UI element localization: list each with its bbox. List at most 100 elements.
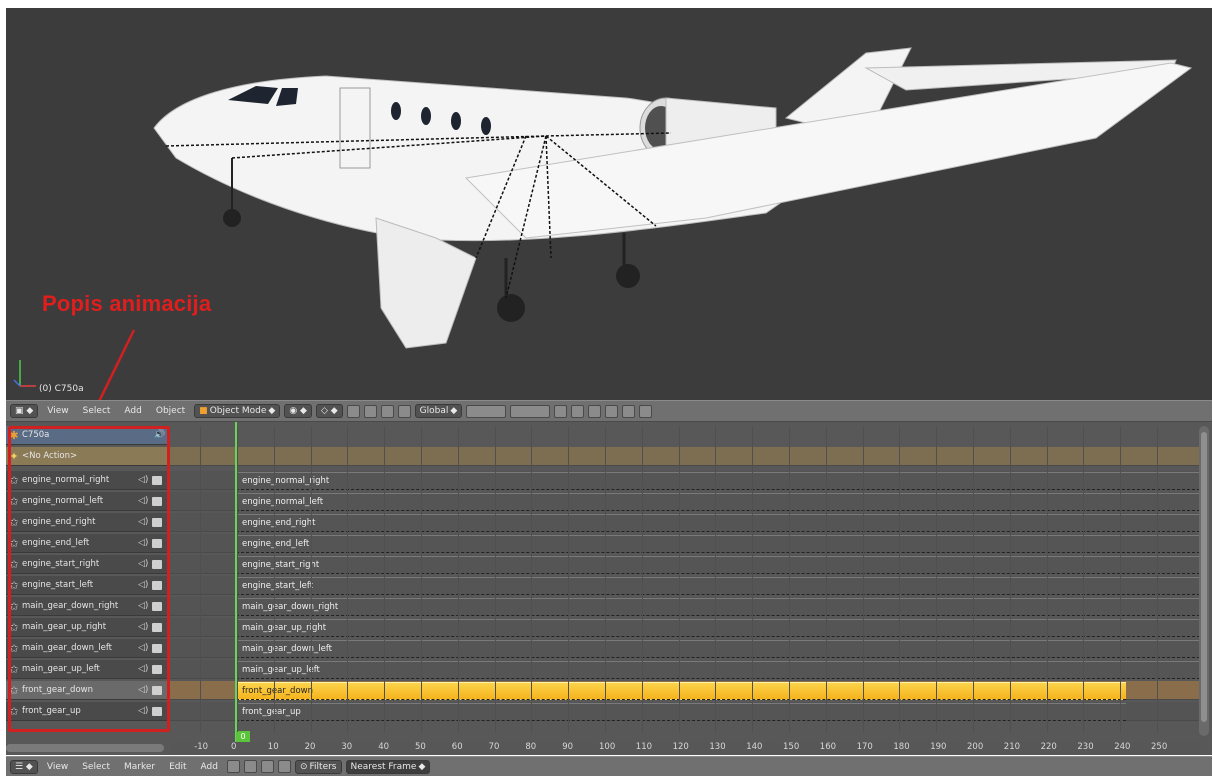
- channel-track[interactable]: ✩ main_gear_up_right ◁): [6, 618, 168, 637]
- menu-view[interactable]: View: [42, 406, 73, 416]
- lock-icon[interactable]: [152, 601, 162, 611]
- manipulator-icon[interactable]: [346, 404, 360, 418]
- mute-icon[interactable]: ◁): [138, 601, 152, 611]
- mute-icon[interactable]: ◁): [138, 496, 152, 506]
- proportional-icon[interactable]: [571, 404, 585, 418]
- channel-track[interactable]: ✩ engine_normal_left ◁): [6, 492, 168, 511]
- menu-add-nla[interactable]: Add: [196, 762, 223, 772]
- channel-track[interactable]: ✩ main_gear_down_right ◁): [6, 597, 168, 616]
- show-hidden-icon[interactable]: [243, 760, 257, 773]
- lock-icon[interactable]: [152, 706, 162, 716]
- action-strip[interactable]: engine_normal_right: [236, 472, 1200, 490]
- action-strip[interactable]: main_gear_up_right: [236, 619, 1200, 637]
- channel-action[interactable]: ✦ <No Action>: [6, 447, 168, 466]
- 3d-viewport[interactable]: Popis animacija (0) C750a: [6, 8, 1212, 400]
- menu-edit[interactable]: Edit: [164, 762, 191, 772]
- action-strip[interactable]: main_gear_down_left: [236, 640, 1200, 658]
- mute-icon[interactable]: ◁): [138, 622, 152, 632]
- menu-view-nla[interactable]: View: [42, 762, 73, 772]
- snap-select[interactable]: Nearest Frame ◆: [345, 759, 431, 774]
- ruler-tick-label: 150: [783, 742, 800, 752]
- shading-select[interactable]: ◉ ◆: [284, 404, 312, 418]
- mute-icon[interactable]: ◁): [138, 685, 152, 695]
- grid-line: [237, 426, 238, 732]
- vertical-scrollbar[interactable]: [1199, 426, 1209, 736]
- mute-icon[interactable]: ◁): [138, 706, 152, 716]
- rotate-icon[interactable]: [380, 404, 394, 418]
- horizontal-scrollbar[interactable]: [6, 744, 164, 752]
- speaker-icon[interactable]: 🔊: [154, 430, 168, 440]
- action-strip[interactable]: front_gear_up: [236, 703, 1126, 721]
- channel-track[interactable]: ✩ engine_end_left ◁): [6, 534, 168, 553]
- filter-icon[interactable]: [277, 760, 291, 773]
- action-strip[interactable]: main_gear_up_left: [236, 661, 1200, 679]
- menu-object[interactable]: Object: [151, 406, 190, 416]
- action-strip[interactable]: engine_start_left: [236, 577, 1200, 595]
- render-icon[interactable]: [622, 404, 636, 418]
- menu-marker[interactable]: Marker: [119, 762, 160, 772]
- channel-track[interactable]: ✩ engine_normal_right ◁): [6, 471, 168, 490]
- lock-icon[interactable]: [152, 580, 162, 590]
- channel-track[interactable]: ✩ engine_start_left ◁): [6, 576, 168, 595]
- grid-line: [494, 426, 496, 732]
- filters-button[interactable]: ⊙ Filters: [294, 759, 342, 774]
- snap-target-icon[interactable]: [605, 404, 619, 418]
- scroll-thumb[interactable]: [1201, 432, 1207, 722]
- action-strip[interactable]: engine_end_left: [236, 535, 1200, 553]
- channel-object[interactable]: ✱ C750a 🔊: [6, 426, 168, 445]
- aircraft-model: [13, 47, 1193, 387]
- grid-line: [678, 426, 680, 732]
- lock-icon[interactable]: [152, 622, 162, 632]
- channel-track[interactable]: ✩ front_gear_down ◁): [6, 681, 168, 700]
- menu-select[interactable]: Select: [78, 406, 116, 416]
- channel-track[interactable]: ✩ main_gear_up_left ◁): [6, 660, 168, 679]
- translate-icon[interactable]: [363, 404, 377, 418]
- action-strip[interactable]: engine_normal_left: [236, 493, 1200, 511]
- channel-track[interactable]: ✩ front_gear_up ◁): [6, 702, 168, 721]
- scale-icon[interactable]: [397, 404, 411, 418]
- render-anim-icon[interactable]: [639, 404, 653, 418]
- action-strip[interactable]: front_gear_down: [236, 682, 1126, 700]
- annotation-text: Popis animacija: [42, 291, 212, 316]
- lock-icon[interactable]: [152, 559, 162, 569]
- pivot-select[interactable]: ◇ ◆: [315, 404, 343, 418]
- editor-type-button-nla[interactable]: ☰ ◆: [10, 759, 38, 774]
- lock-icon[interactable]: [152, 643, 162, 653]
- channel-track[interactable]: ✩ engine_end_right ◁): [6, 513, 168, 532]
- grid-line: [568, 426, 570, 732]
- lock-icon[interactable]: [554, 404, 568, 418]
- channel-track[interactable]: ✩ main_gear_down_left ◁): [6, 639, 168, 658]
- action-strip[interactable]: engine_start_right: [236, 556, 1200, 574]
- mute-icon[interactable]: ◁): [138, 643, 152, 653]
- grid-line: [1083, 426, 1085, 732]
- mute-icon[interactable]: ◁): [138, 664, 152, 674]
- lock-icon[interactable]: [152, 664, 162, 674]
- mute-icon[interactable]: ◁): [138, 580, 152, 590]
- lock-icon[interactable]: [152, 475, 162, 485]
- orientation-select[interactable]: Global ◆: [414, 404, 463, 418]
- layers-grid-icon-2[interactable]: [510, 404, 551, 418]
- action-track: [170, 447, 1200, 466]
- snap-icon[interactable]: [588, 404, 602, 418]
- track-icon: ✩: [9, 557, 19, 571]
- lock-icon[interactable]: [152, 685, 162, 695]
- mute-icon[interactable]: ◁): [138, 559, 152, 569]
- editor-type-button[interactable]: ▣ ◆: [10, 404, 39, 418]
- mute-icon[interactable]: ◁): [138, 538, 152, 548]
- lock-icon[interactable]: [152, 496, 162, 506]
- lock-icon[interactable]: [152, 517, 162, 527]
- mute-icon[interactable]: ◁): [138, 517, 152, 527]
- channel-track[interactable]: ✩ engine_start_right ◁): [6, 555, 168, 574]
- layers-grid-icon[interactable]: [466, 404, 507, 418]
- ruler-tick-label: 0: [231, 742, 237, 752]
- mute-icon[interactable]: ◁): [138, 475, 152, 485]
- mode-select[interactable]: ■ Object Mode ◆: [194, 404, 281, 418]
- include-selected-icon[interactable]: [226, 760, 240, 773]
- only-errors-icon[interactable]: [260, 760, 274, 773]
- action-strip[interactable]: engine_end_right: [236, 514, 1200, 532]
- menu-select-nla[interactable]: Select: [77, 762, 115, 772]
- menu-add[interactable]: Add: [119, 406, 146, 416]
- lock-icon[interactable]: [152, 538, 162, 548]
- track-name: engine_end_left: [22, 538, 90, 548]
- action-strip[interactable]: main_gear_down_right: [236, 598, 1200, 616]
